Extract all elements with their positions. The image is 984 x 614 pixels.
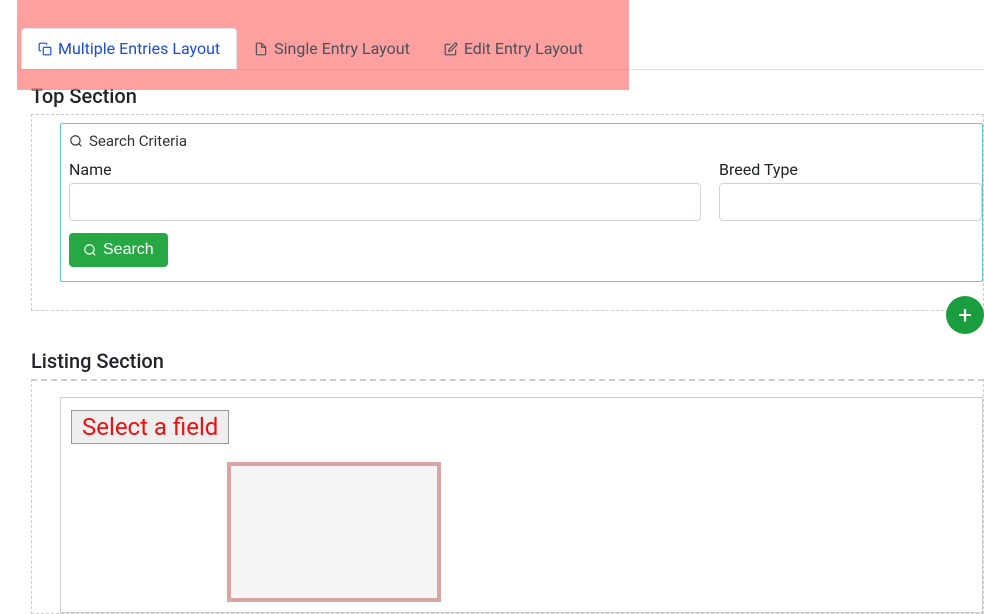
copy-icon xyxy=(38,42,52,56)
tab-multiple-entries[interactable]: Multiple Entries Layout xyxy=(21,28,237,69)
search-button-label: Search xyxy=(103,241,154,259)
add-button[interactable]: + xyxy=(946,296,984,334)
search-icon xyxy=(83,243,97,257)
breed-input[interactable] xyxy=(719,183,982,221)
tab-label: Multiple Entries Layout xyxy=(58,39,220,58)
search-criteria-label-text: Search Criteria xyxy=(89,132,187,150)
name-field-group: Name xyxy=(69,160,701,221)
listing-section-title: Listing Section xyxy=(31,349,984,373)
breed-field-group: Breed Type xyxy=(719,160,982,221)
top-section-container: Search Criteria Name Breed Type Search xyxy=(31,114,984,311)
edit-icon xyxy=(444,42,458,56)
tab-edit-entry[interactable]: Edit Entry Layout xyxy=(427,28,600,69)
tab-single-entry[interactable]: Single Entry Layout xyxy=(237,28,427,69)
plus-icon: + xyxy=(958,301,972,329)
top-section-title: Top Section xyxy=(31,84,984,108)
search-icon xyxy=(69,134,83,148)
search-criteria-header: Search Criteria xyxy=(69,132,982,150)
tab-label: Edit Entry Layout xyxy=(464,39,583,58)
layout-tabs: Multiple Entries Layout Single Entry Lay… xyxy=(17,0,984,70)
search-button[interactable]: Search xyxy=(69,233,168,267)
field-drop-target[interactable] xyxy=(227,462,441,602)
search-criteria-box: Search Criteria Name Breed Type Search xyxy=(60,123,983,282)
name-label: Name xyxy=(69,160,701,179)
listing-inner: Select a field xyxy=(60,397,983,613)
search-fields-row: Name Breed Type xyxy=(69,160,982,221)
name-input[interactable] xyxy=(69,183,701,221)
file-icon xyxy=(254,42,268,56)
tab-label: Single Entry Layout xyxy=(274,39,410,58)
select-field-placeholder[interactable]: Select a field xyxy=(71,410,229,444)
breed-label: Breed Type xyxy=(719,160,982,179)
listing-section-container: Select a field xyxy=(31,379,984,614)
